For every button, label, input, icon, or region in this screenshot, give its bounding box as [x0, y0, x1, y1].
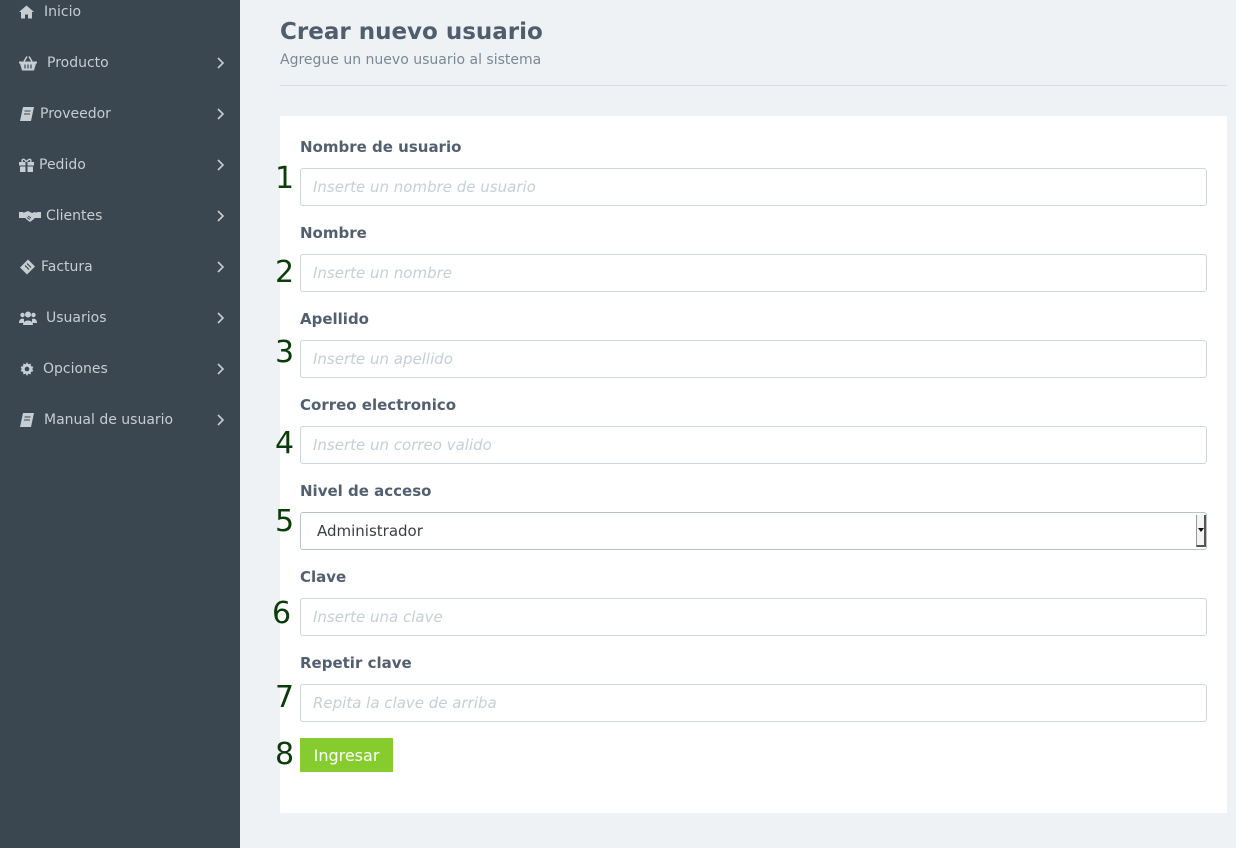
- chevron-right-icon: [217, 159, 225, 171]
- marker-2: 2: [275, 255, 295, 290]
- access-level-select[interactable]: Administrador: [300, 512, 1207, 550]
- sidebar-item-usuarios[interactable]: Usuarios: [0, 298, 240, 338]
- chevron-right-icon: [217, 261, 225, 273]
- dropdown-arrow-icon[interactable]: [1196, 515, 1206, 547]
- gear-icon: [20, 362, 34, 376]
- email-label: Correo electronico: [300, 396, 457, 414]
- repeat-password-input[interactable]: [300, 684, 1207, 722]
- marker-6: 6: [272, 596, 292, 631]
- sidebar-item-label: Clientes: [46, 208, 103, 224]
- ticket-icon: [20, 259, 35, 275]
- sidebar-item-factura[interactable]: Factura: [0, 247, 240, 287]
- submit-button[interactable]: Ingresar: [300, 738, 393, 772]
- sidebar-item-label: Manual de usuario: [44, 412, 174, 428]
- password-label: Clave: [300, 568, 347, 586]
- basket-icon: [19, 56, 37, 71]
- sidebar-item-label: Pedido: [39, 157, 86, 173]
- marker-5: 5: [275, 504, 295, 539]
- sidebar-item-label: Factura: [41, 259, 93, 275]
- username-label: Nombre de usuario: [300, 138, 462, 156]
- users-icon: [19, 311, 37, 325]
- chevron-right-icon: [217, 363, 225, 375]
- main-content: Crear nuevo usuario Agregue un nuevo usu…: [240, 0, 1236, 848]
- access-level-value: Administrador: [317, 522, 423, 540]
- first-name-label: Nombre: [300, 224, 367, 242]
- email-input[interactable]: [300, 426, 1207, 464]
- sidebar-item-label: Inicio: [44, 4, 82, 20]
- sidebar-item-opciones[interactable]: Opciones: [0, 349, 240, 389]
- handshake-icon: [19, 209, 41, 223]
- marker-8: 8: [275, 737, 295, 772]
- access-level-label: Nivel de acceso: [300, 482, 432, 500]
- sidebar-item-label: Proveedor: [40, 106, 111, 122]
- page-title: Crear nuevo usuario: [280, 19, 543, 45]
- repeat-password-label: Repetir clave: [300, 654, 412, 672]
- chevron-right-icon: [217, 210, 225, 222]
- chevron-right-icon: [217, 57, 225, 69]
- book-icon: [20, 413, 34, 427]
- first-name-input[interactable]: [300, 254, 1207, 292]
- sidebar-item-label: Producto: [47, 55, 109, 71]
- sidebar-item-pedido[interactable]: Pedido: [0, 145, 240, 185]
- gift-icon: [19, 158, 34, 172]
- last-name-input[interactable]: [300, 340, 1207, 378]
- chevron-right-icon: [217, 312, 225, 324]
- page-subtitle: Agregue un nuevo usuario al sistema: [280, 52, 542, 68]
- book-icon: [20, 107, 34, 121]
- create-user-form: Nombre de usuario Nombre Apellido Correo…: [280, 116, 1227, 813]
- marker-3: 3: [275, 335, 295, 370]
- home-icon: [19, 5, 34, 19]
- password-input[interactable]: [300, 598, 1207, 636]
- header-divider: [280, 85, 1227, 86]
- sidebar: Inicio Producto Proveedor Pedido Cliente…: [0, 0, 240, 848]
- marker-4: 4: [275, 426, 295, 461]
- username-input[interactable]: [300, 168, 1207, 206]
- sidebar-item-producto[interactable]: Producto: [0, 43, 240, 83]
- sidebar-item-label: Usuarios: [46, 310, 107, 326]
- chevron-right-icon: [217, 414, 225, 426]
- sidebar-item-label: Opciones: [43, 361, 108, 377]
- sidebar-item-clientes[interactable]: Clientes: [0, 196, 240, 236]
- chevron-right-icon: [217, 108, 225, 120]
- marker-7: 7: [275, 680, 295, 715]
- last-name-label: Apellido: [300, 310, 369, 328]
- marker-1: 1: [275, 161, 295, 196]
- sidebar-item-proveedor[interactable]: Proveedor: [0, 94, 240, 134]
- sidebar-item-manual-de-usuario[interactable]: Manual de usuario: [0, 400, 240, 440]
- sidebar-item-inicio[interactable]: Inicio: [0, 0, 240, 32]
